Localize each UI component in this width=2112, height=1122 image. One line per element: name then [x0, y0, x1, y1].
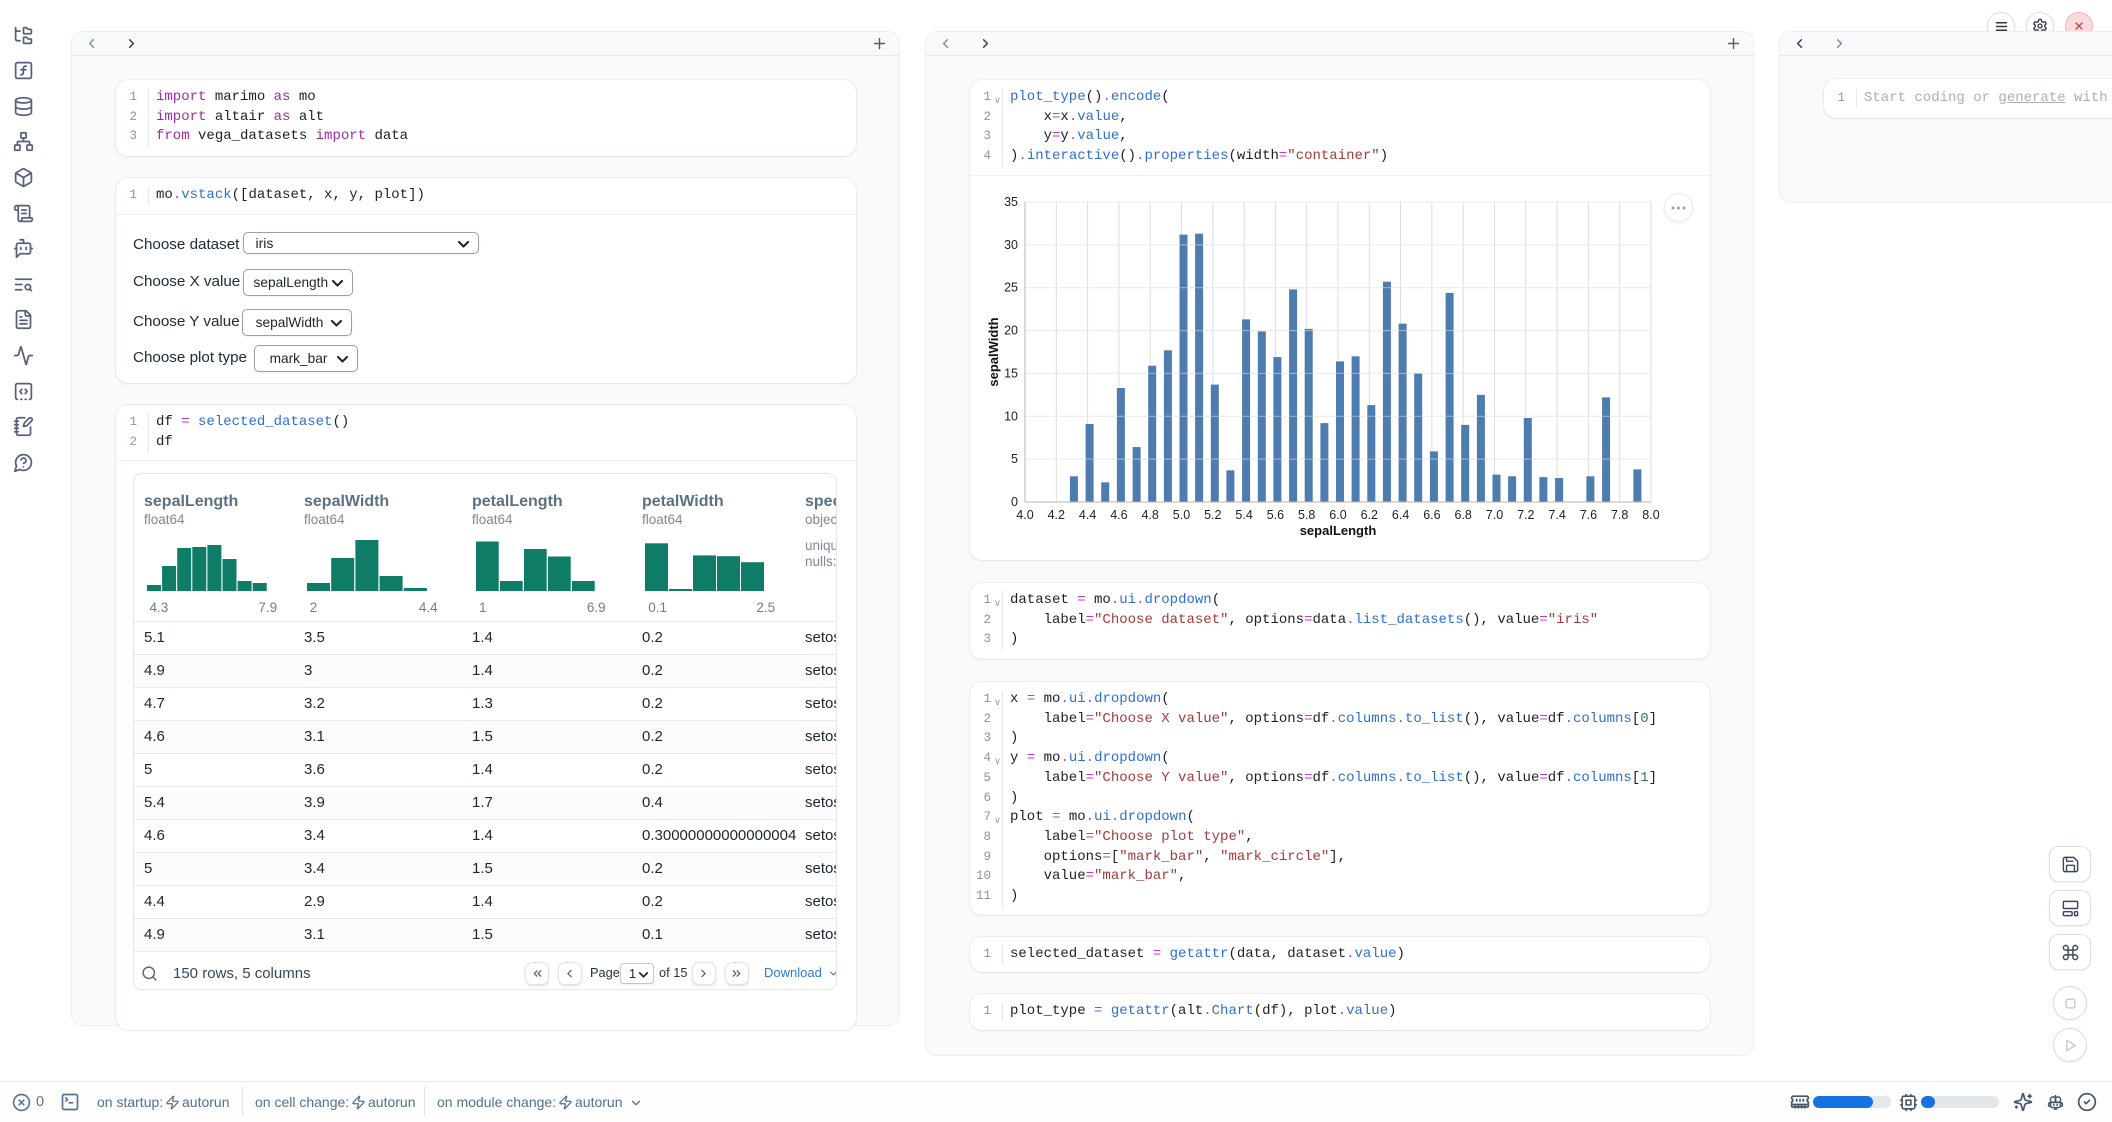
svg-text:15: 15: [1004, 366, 1018, 380]
svg-text:4.4: 4.4: [1079, 508, 1096, 522]
svg-text:7.2: 7.2: [1517, 508, 1534, 522]
svg-text:7.8: 7.8: [1611, 508, 1628, 522]
svg-text:20: 20: [1004, 324, 1018, 338]
svg-text:7.0: 7.0: [1486, 508, 1503, 522]
svg-text:4.0: 4.0: [1016, 508, 1033, 522]
svg-text:6.8: 6.8: [1455, 508, 1472, 522]
svg-text:4.8: 4.8: [1142, 508, 1159, 522]
svg-text:30: 30: [1004, 238, 1018, 252]
svg-text:35: 35: [1004, 195, 1018, 209]
svg-text:10: 10: [1004, 409, 1018, 423]
svg-text:4.6: 4.6: [1110, 508, 1127, 522]
svg-text:0: 0: [1011, 495, 1018, 509]
svg-text:25: 25: [1004, 281, 1018, 295]
svg-text:5.0: 5.0: [1173, 508, 1190, 522]
svg-text:5.8: 5.8: [1298, 508, 1315, 522]
svg-text:5.2: 5.2: [1204, 508, 1221, 522]
svg-text:6.6: 6.6: [1423, 508, 1440, 522]
svg-text:5: 5: [1011, 452, 1018, 466]
svg-text:4.2: 4.2: [1048, 508, 1065, 522]
svg-text:sepalWidth: sepalWidth: [986, 317, 1001, 386]
svg-text:7.4: 7.4: [1548, 508, 1565, 522]
svg-text:sepalLength: sepalLength: [1300, 523, 1377, 538]
svg-text:8.0: 8.0: [1642, 508, 1659, 522]
svg-text:6.4: 6.4: [1392, 508, 1409, 522]
svg-text:5.4: 5.4: [1235, 508, 1252, 522]
svg-text:7.6: 7.6: [1580, 508, 1597, 522]
svg-text:6.0: 6.0: [1329, 508, 1346, 522]
svg-text:5.6: 5.6: [1267, 508, 1284, 522]
svg-text:6.2: 6.2: [1361, 508, 1378, 522]
